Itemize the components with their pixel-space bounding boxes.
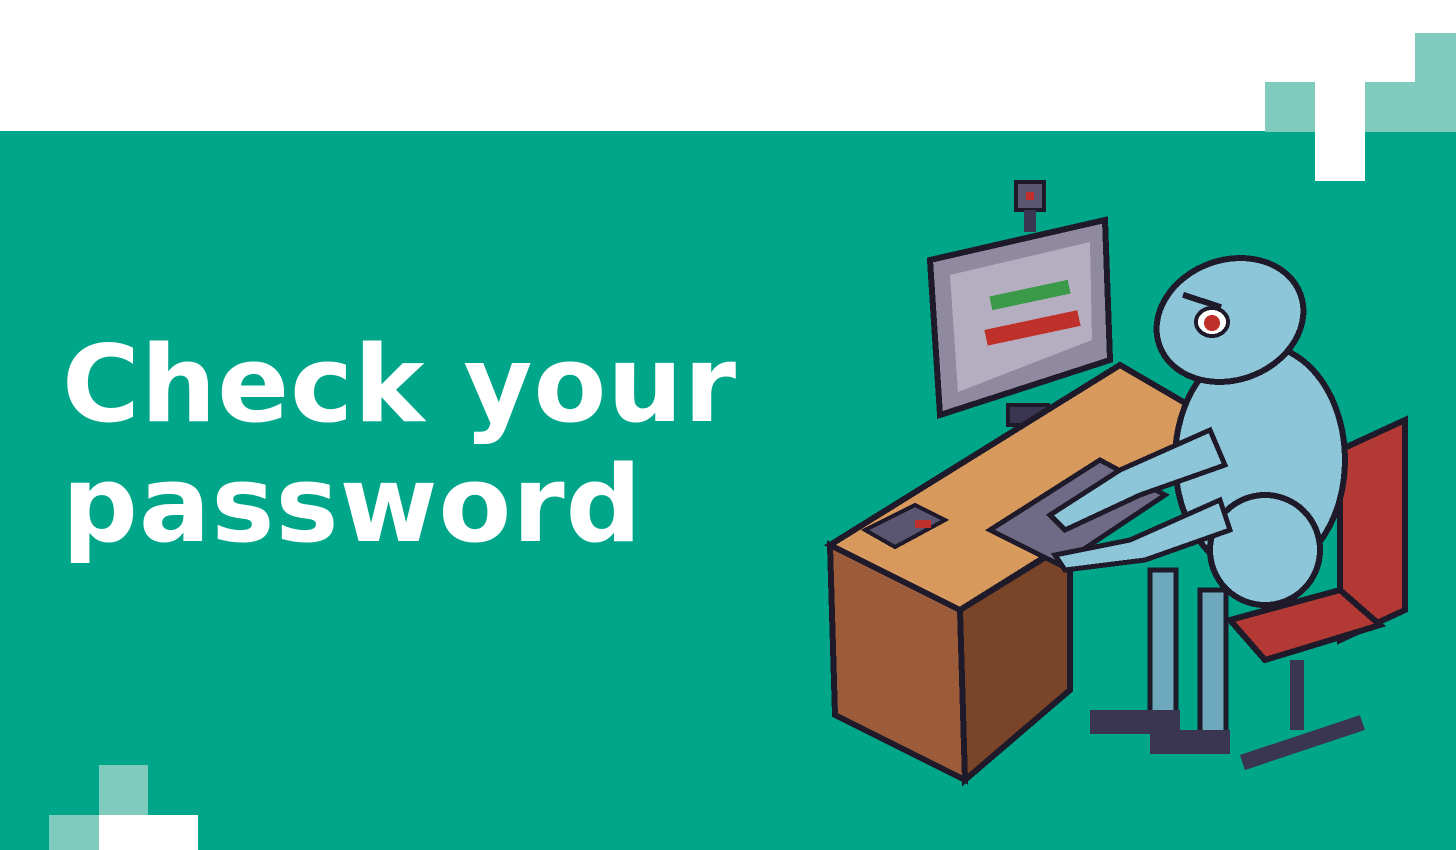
pixel-block [99, 765, 148, 815]
pixel-block [99, 815, 198, 850]
pixel-block [1265, 82, 1315, 132]
pixel-block [49, 815, 99, 850]
pixel-block [1415, 33, 1456, 132]
page-title: Check your password [62, 325, 737, 565]
title-line-2: password [62, 443, 643, 566]
robot-at-computer-illustration [823, 180, 1408, 787]
title-line-1: Check your [62, 323, 738, 446]
pixel-block [1365, 82, 1415, 132]
